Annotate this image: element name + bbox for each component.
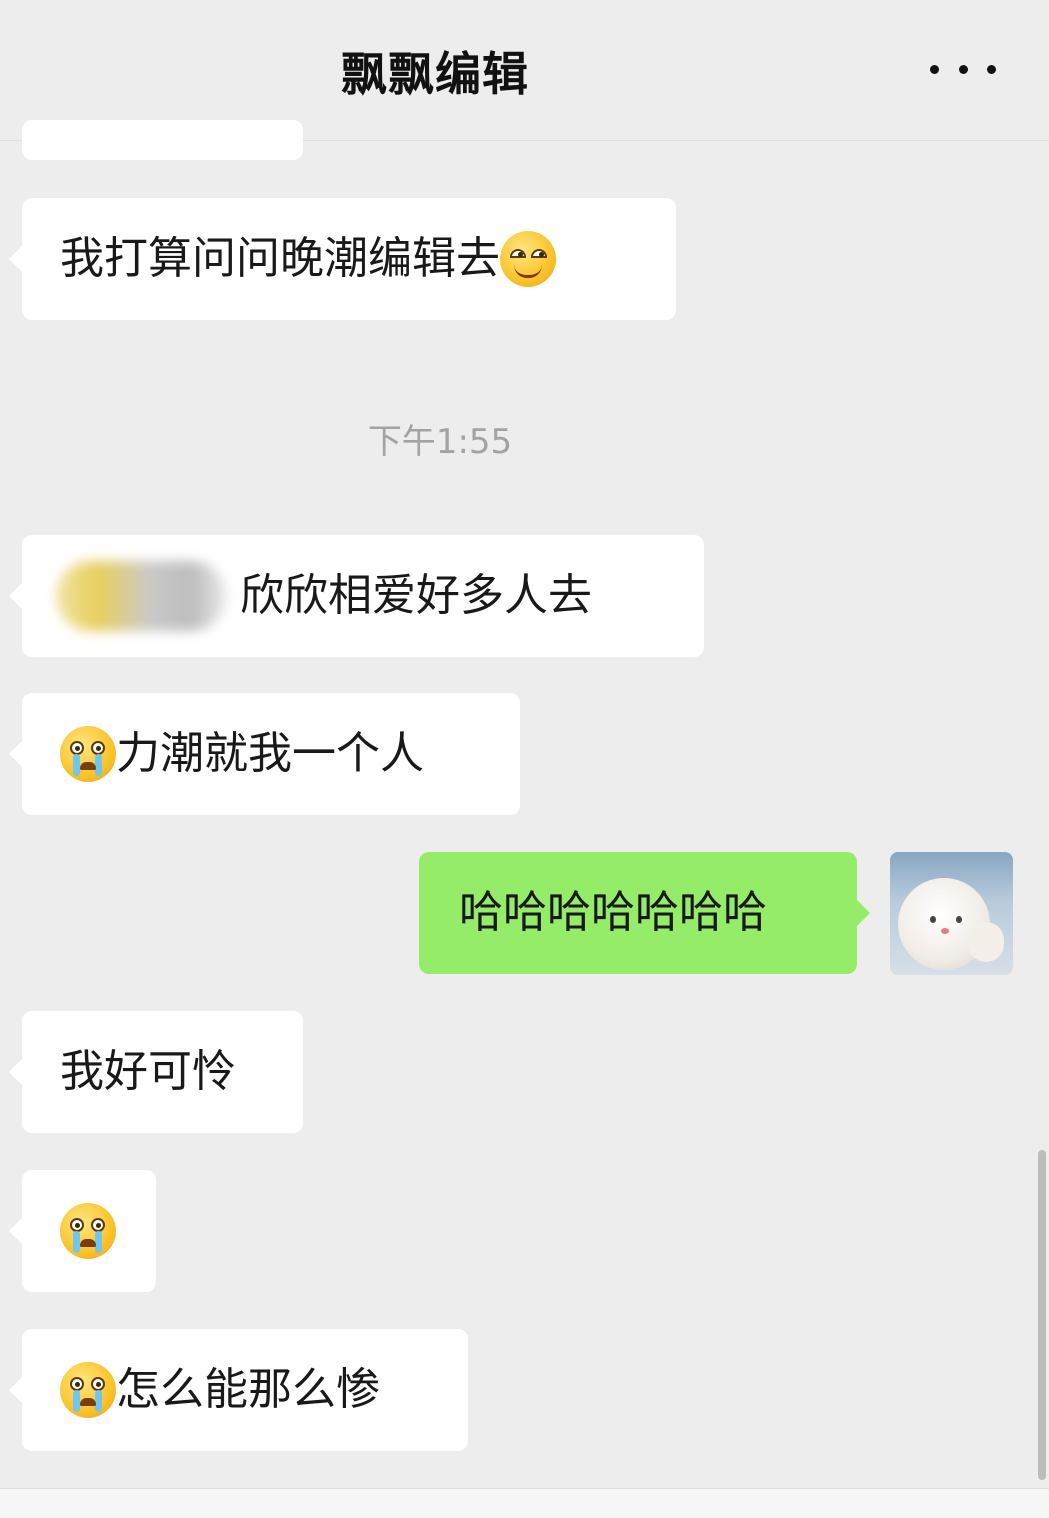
message-text: 欣欣相爱好多人去 bbox=[240, 570, 592, 621]
message-bubble-incoming[interactable] bbox=[9, 1170, 156, 1292]
dot bbox=[930, 64, 939, 74]
message-timestamp: 下午1:55 bbox=[367, 422, 513, 462]
message-text: 我好可怜 bbox=[60, 1046, 236, 1097]
blurred-name bbox=[56, 561, 226, 631]
more-dots-icon[interactable] bbox=[925, 52, 1001, 86]
message-text: 哈哈哈哈哈哈哈 bbox=[459, 887, 767, 938]
dot bbox=[987, 64, 996, 74]
scrollbar[interactable] bbox=[1038, 1150, 1046, 1480]
message-text: 我打算问问晚潮编辑去 bbox=[60, 233, 500, 284]
crying-emoji-icon bbox=[60, 1203, 116, 1259]
message-bubble-incoming[interactable]: 我打算问问晚潮编辑去 bbox=[9, 198, 676, 320]
message-bubble-partial bbox=[22, 120, 303, 160]
user-avatar[interactable] bbox=[890, 852, 1013, 975]
chat-title: 飘飘编辑 bbox=[341, 47, 529, 101]
input-bar-edge bbox=[0, 1488, 1049, 1518]
smirk-emoji-icon bbox=[500, 231, 556, 287]
dot bbox=[958, 64, 968, 74]
crying-emoji-icon bbox=[60, 1362, 116, 1418]
crying-emoji-icon bbox=[60, 726, 116, 782]
message-bubble-incoming[interactable]: 欣欣相爱好多人去 bbox=[9, 535, 704, 657]
message-bubble-incoming[interactable]: 我好可怜 bbox=[9, 1011, 303, 1133]
message-bubble-outgoing[interactable]: 哈哈哈哈哈哈哈 bbox=[419, 852, 870, 974]
message-text: 怎么能那么惨 bbox=[116, 1364, 380, 1415]
message-bubble-incoming[interactable]: 力潮就我一个人 bbox=[9, 693, 520, 815]
message-text: 力潮就我一个人 bbox=[116, 728, 424, 779]
message-bubble-incoming[interactable]: 怎么能那么惨 bbox=[9, 1329, 468, 1451]
